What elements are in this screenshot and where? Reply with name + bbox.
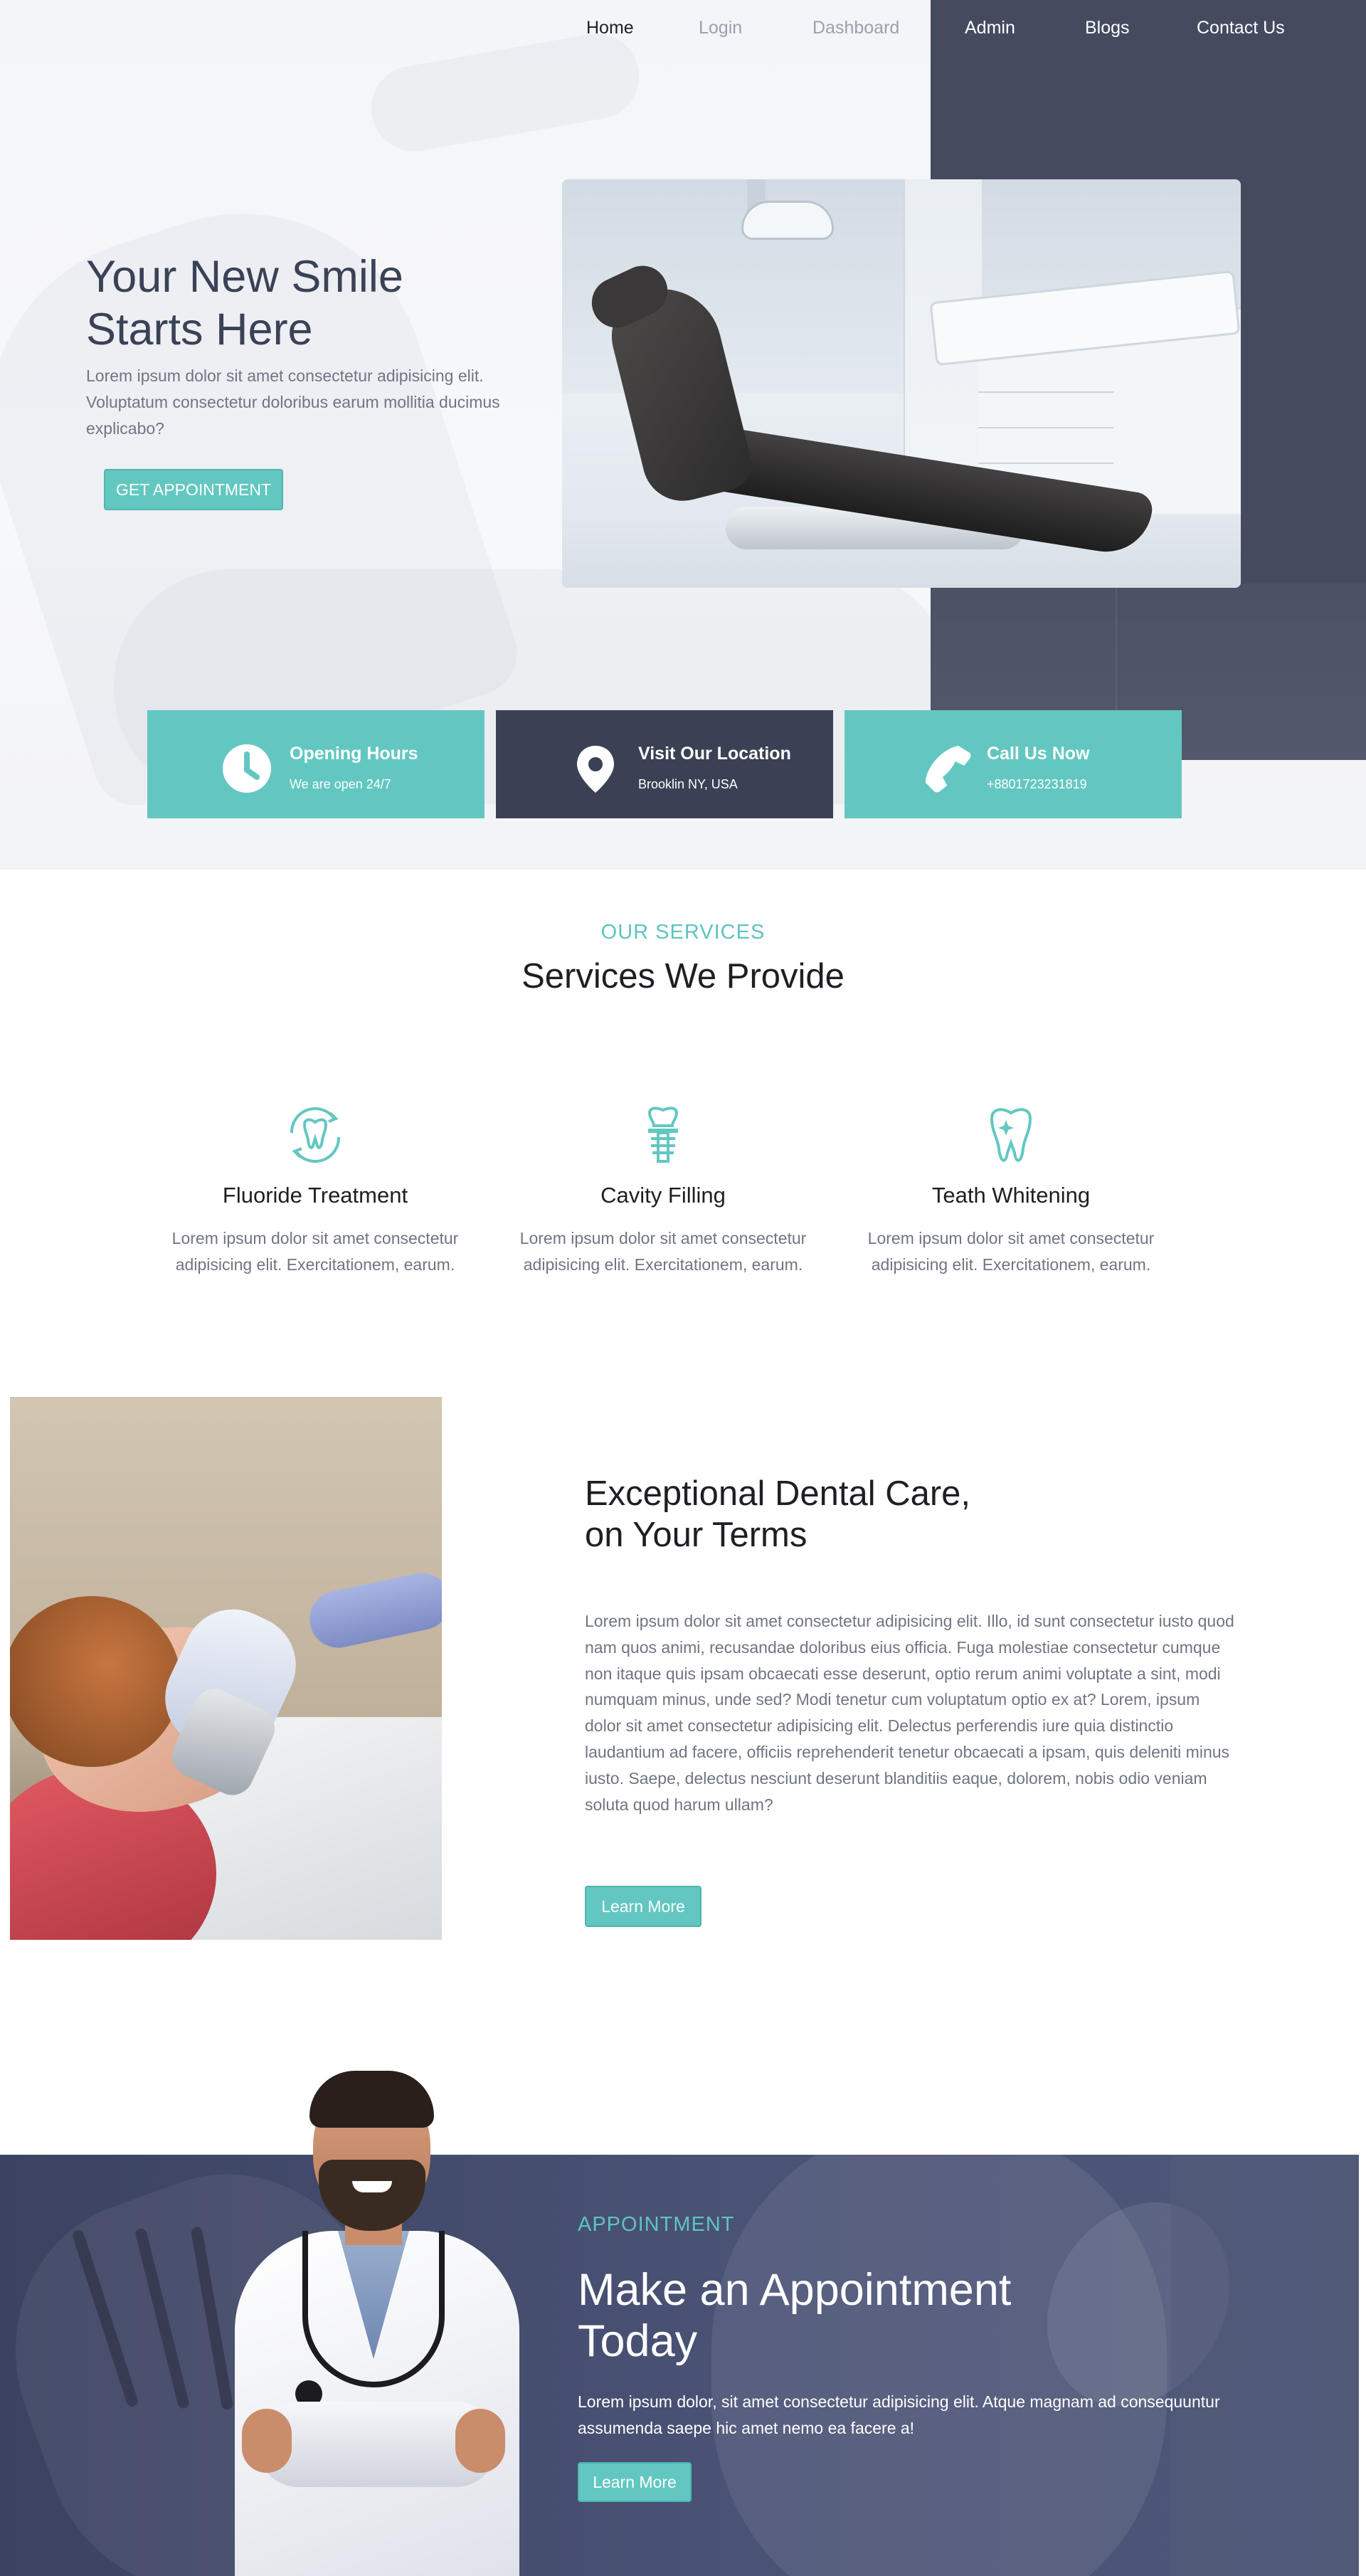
hero-section: Home Login Dashboard Admin Blogs Contact…: [0, 0, 1366, 870]
nav-admin[interactable]: Admin: [965, 16, 1015, 40]
service-text: Lorem ipsum dolor sit amet consectetur a…: [867, 1229, 1155, 1274]
nav-login[interactable]: Login: [699, 16, 742, 40]
info-subtitle: Brooklin NY, USA: [638, 777, 738, 791]
care-title: Exceptional Dental Care, on Your Terms: [585, 1474, 971, 1554]
service-title: Fluoride Treatment: [222, 1183, 408, 1208]
get-appointment-button[interactable]: GET APPOINTMENT: [104, 469, 283, 510]
service-title: Cavity Filling: [600, 1183, 726, 1208]
doctor-beard: [319, 2160, 425, 2231]
dentist-patient-image: [10, 1397, 442, 1940]
info-subtitle: +8801723231819: [987, 777, 1087, 791]
sparkling-tooth-icon: [990, 1108, 1032, 1162]
services-eyebrow: OUR SERVICES: [600, 921, 766, 944]
location-pin-icon: [577, 746, 614, 793]
service-title: Teath Whitening: [931, 1183, 1091, 1208]
info-title: Opening Hours: [290, 744, 418, 764]
nav-blogs[interactable]: Blogs: [1085, 16, 1130, 40]
top-navigation: Home Login Dashboard Admin Blogs Contact…: [0, 0, 1366, 56]
services-title: Services We Provide: [521, 957, 845, 996]
clock-icon: [223, 744, 271, 793]
image-drawer: [978, 393, 1113, 428]
appointment-text: Lorem ipsum dolor, sit amet consectetur …: [578, 2392, 1220, 2437]
stethoscope: [302, 2231, 445, 2387]
nav-contact-us[interactable]: Contact Us: [1197, 16, 1285, 40]
image-patient-hair: [10, 1596, 181, 1767]
doctor-smile: [352, 2181, 392, 2192]
service-text: Lorem ipsum dolor sit amet consectetur a…: [519, 1229, 807, 1274]
info-box-call: Call Us Now +8801723231819: [845, 710, 1182, 818]
info-box-location: Visit Our Location Brooklin NY, USA: [496, 710, 833, 818]
tooth-refresh-icon: [290, 1107, 341, 1163]
info-title: Visit Our Location: [638, 744, 791, 764]
doctor-hand: [242, 2409, 292, 2473]
service-card-whitening: Teath Whitening Lorem ipsum dolor sit am…: [844, 1103, 1178, 1278]
info-title: Call Us Now: [987, 744, 1090, 764]
info-box-opening-hours: Opening Hours We are open 24/7: [147, 710, 485, 818]
service-card-fluoride: Fluoride Treatment Lorem ipsum dolor sit…: [148, 1103, 482, 1278]
nav-dashboard[interactable]: Dashboard: [812, 16, 899, 40]
image-drawer: [978, 357, 1113, 393]
appointment-learn-more-button[interactable]: Learn More: [578, 2462, 692, 2502]
appointment-right-panel: [1171, 2155, 1359, 2576]
appointment-title: Make an Appointment Today: [578, 2265, 1012, 2366]
service-text: Lorem ipsum dolor sit amet consectetur a…: [171, 1229, 459, 1274]
dental-chair-image: [562, 179, 1241, 588]
info-subtitle: We are open 24/7: [290, 777, 391, 791]
dental-implant-icon: [647, 1107, 679, 1163]
hero-title: Your New Smile Starts Here: [86, 252, 403, 354]
service-card-cavity: Cavity Filling Lorem ipsum dolor sit ame…: [496, 1103, 830, 1278]
image-lamp: [741, 201, 834, 240]
care-text: Lorem ipsum dolor sit amet consectetur a…: [585, 1612, 1234, 1814]
learn-more-button[interactable]: Learn More: [585, 1886, 701, 1927]
appointment-eyebrow: APPOINTMENT: [578, 2213, 735, 2236]
doctor-image: [213, 2067, 534, 2576]
doctor-hand: [455, 2409, 505, 2473]
image-drawer: [978, 428, 1113, 464]
hero-description: Lorem ipsum dolor sit amet consectetur a…: [86, 366, 500, 438]
phone-icon: [926, 746, 971, 793]
nav-home[interactable]: Home: [586, 16, 634, 40]
doctor-hair: [309, 2071, 434, 2128]
